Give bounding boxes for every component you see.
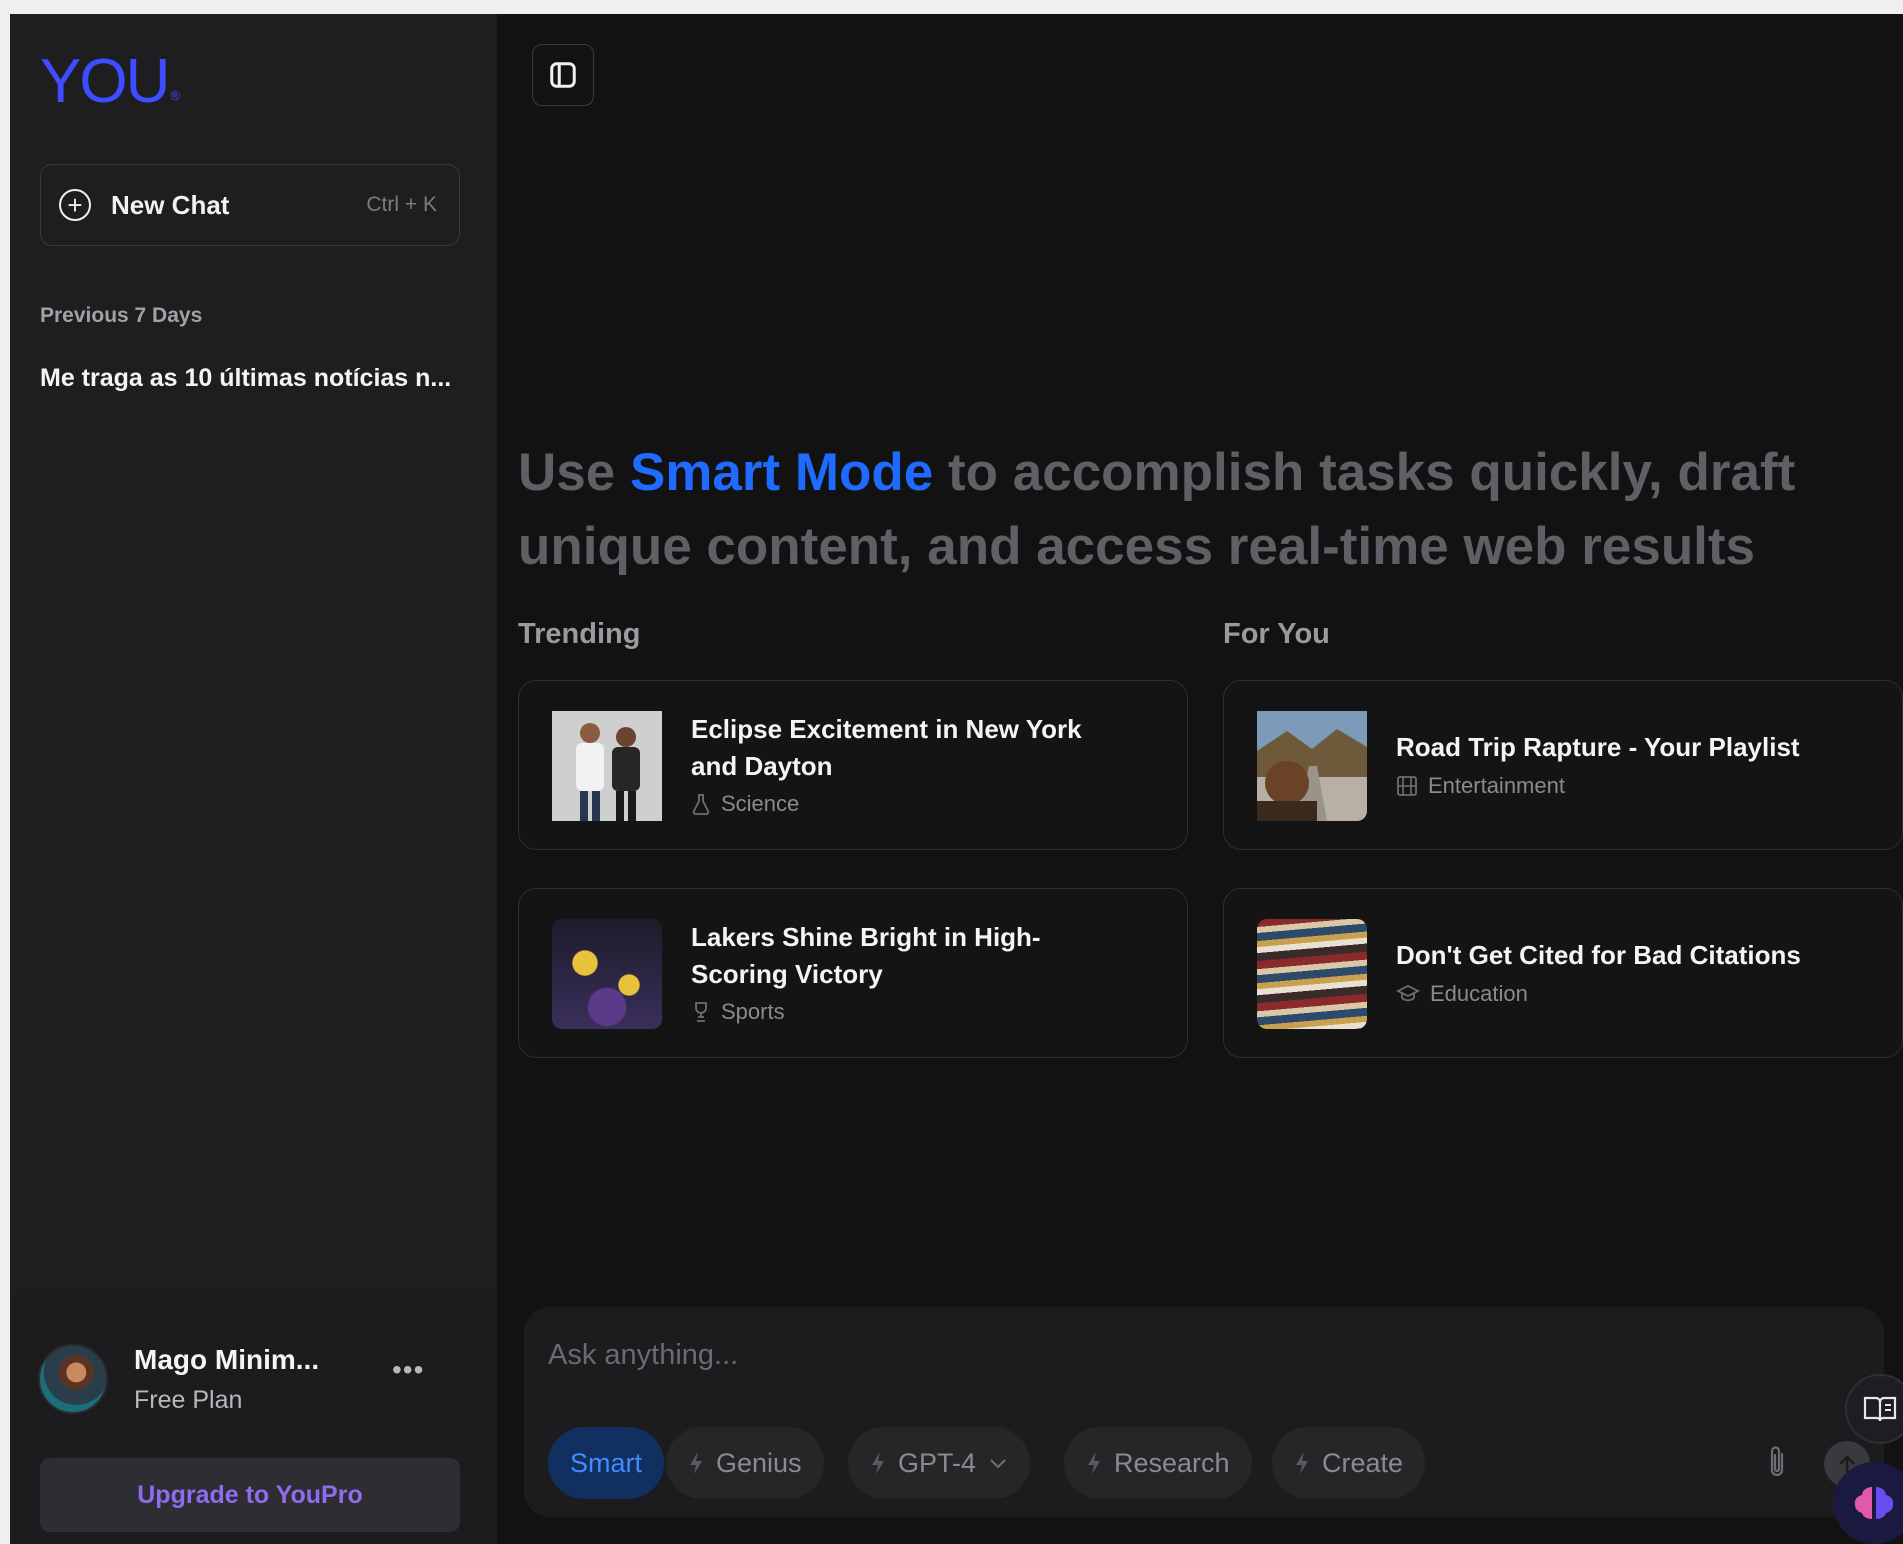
suggestion-card[interactable]: Lakers Shine Bright in High-Scoring Vict… bbox=[518, 888, 1188, 1058]
card-thumbnail bbox=[552, 919, 662, 1029]
card-thumbnail bbox=[1257, 919, 1367, 1029]
card-title: Lakers Shine Bright in High-Scoring Vict… bbox=[691, 922, 1041, 989]
new-chat-button[interactable]: + New Chat Ctrl + K bbox=[40, 164, 460, 246]
card-title: Don't Get Cited for Bad Citations bbox=[1396, 940, 1801, 970]
avatar[interactable] bbox=[38, 1344, 108, 1414]
history-item[interactable]: Me traga as 10 últimas notícias n... bbox=[40, 364, 480, 393]
history-section-label: Previous 7 Days bbox=[40, 304, 203, 327]
profile-name[interactable]: Mago Minim... bbox=[134, 1344, 319, 1376]
for-you-label: For You bbox=[1223, 618, 1330, 650]
brain-icon bbox=[1854, 1487, 1894, 1519]
mode-smart-button[interactable]: Smart bbox=[548, 1427, 665, 1499]
card-thumbnail bbox=[1257, 711, 1367, 821]
new-chat-shortcut: Ctrl + K bbox=[366, 193, 437, 216]
people-photo bbox=[552, 711, 662, 821]
paperclip-icon bbox=[1770, 1446, 1784, 1477]
mode-create-button[interactable]: Create bbox=[1272, 1427, 1426, 1499]
chat-composer: Ask anything... Smart Genius GPT-4 Resea… bbox=[524, 1307, 1884, 1517]
mode-gpt4-dropdown[interactable]: GPT-4 bbox=[848, 1427, 1031, 1499]
smart-mode-highlight: Smart Mode bbox=[629, 443, 934, 502]
bolt-icon bbox=[1296, 1452, 1308, 1474]
upgrade-button[interactable]: Upgrade to YouPro bbox=[40, 1458, 460, 1532]
ask-input[interactable]: Ask anything... bbox=[548, 1339, 738, 1372]
profile-plan: Free Plan bbox=[134, 1386, 243, 1414]
plus-circle-icon: + bbox=[59, 189, 91, 221]
bolt-icon bbox=[872, 1452, 884, 1474]
flask-icon bbox=[692, 794, 710, 815]
new-chat-label: New Chat bbox=[111, 189, 230, 220]
suggestion-card[interactable]: Don't Get Cited for Bad Citations Educat… bbox=[1223, 888, 1903, 1058]
card-thumbnail bbox=[552, 711, 662, 821]
sidebar-toggle-icon bbox=[550, 62, 576, 88]
suggestion-card[interactable]: Road Trip Rapture - Your Playlist Entert… bbox=[1223, 680, 1903, 850]
card-category: Education bbox=[1396, 981, 1528, 1007]
assistant-brain-button[interactable] bbox=[1833, 1462, 1903, 1544]
sidebar: YOU ® + New Chat Ctrl + K Previous 7 Days… bbox=[10, 14, 497, 1544]
card-title: Road Trip Rapture - Your Playlist bbox=[1396, 732, 1800, 762]
card-title: Eclipse Excitement in New York and Dayto… bbox=[691, 714, 1082, 781]
suggestion-card[interactable]: Eclipse Excitement in New York and Dayto… bbox=[518, 680, 1188, 850]
page-headline: Use Smart Mode to accomplish tasks quick… bbox=[518, 443, 1796, 576]
mode-research-button[interactable]: Research bbox=[1064, 1427, 1252, 1499]
bolt-icon bbox=[1088, 1452, 1100, 1474]
card-category: Science bbox=[691, 791, 799, 817]
you-logo[interactable]: YOU ® bbox=[40, 51, 180, 113]
bolt-icon bbox=[690, 1452, 702, 1474]
card-category: Entertainment bbox=[1396, 773, 1565, 799]
chevron-down-icon bbox=[990, 1459, 1006, 1469]
mode-genius-button[interactable]: Genius bbox=[666, 1427, 824, 1499]
trending-label: Trending bbox=[518, 618, 641, 650]
card-category: Sports bbox=[691, 999, 785, 1025]
road-trip-photo bbox=[1257, 711, 1367, 821]
film-icon bbox=[1397, 776, 1417, 796]
sidebar-toggle-button[interactable] bbox=[532, 44, 594, 106]
attach-button[interactable] bbox=[1764, 1442, 1790, 1487]
more-options-icon[interactable]: ••• bbox=[392, 1354, 424, 1386]
trophy-icon bbox=[695, 1002, 707, 1022]
profile-panel: Mago Minim... Free Plan ••• Upgrade to Y… bbox=[10, 1294, 497, 1544]
app-window: YOU ® + New Chat Ctrl + K Previous 7 Days… bbox=[10, 14, 1903, 1544]
graduation-cap-icon bbox=[1396, 984, 1420, 1002]
book-open-icon bbox=[1863, 1396, 1897, 1422]
